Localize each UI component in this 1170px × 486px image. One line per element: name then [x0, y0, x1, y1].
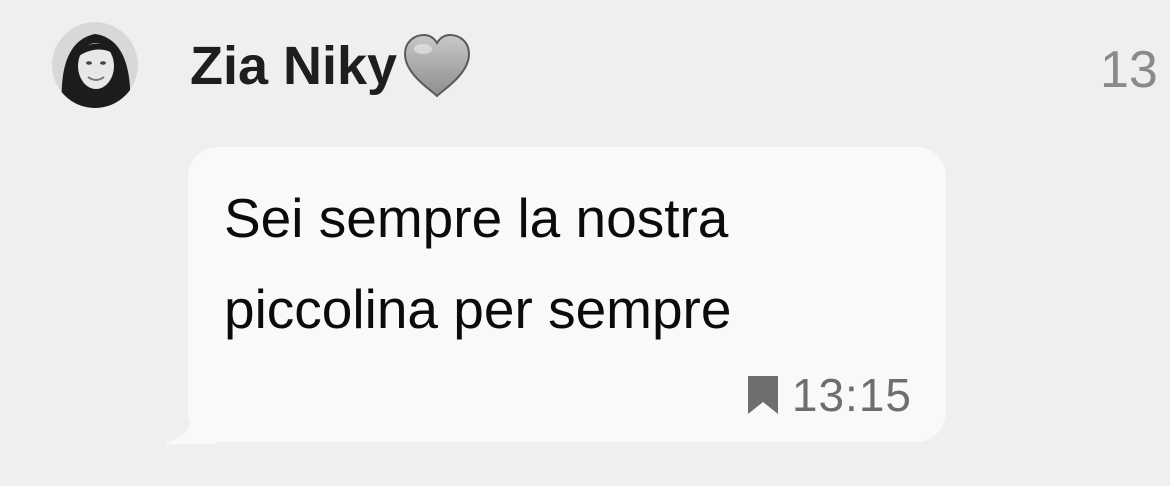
message-text[interactable]: Sei sempre la nostra piccolina per sempr…: [224, 173, 924, 355]
grey-heart-icon: [401, 32, 473, 100]
sender-row[interactable]: Zia Niky: [190, 26, 473, 106]
message-bubble[interactable]: Sei sempre la nostra piccolina per sempr…: [188, 147, 946, 442]
header-timestamp: 13: [1100, 41, 1158, 99]
message-time: 13:15: [791, 369, 912, 421]
bookmark-icon: [746, 374, 780, 416]
message-line: piccolina per sempre: [224, 278, 732, 340]
message-meta: 13:15: [746, 368, 912, 422]
sender-name[interactable]: Zia Niky: [190, 35, 397, 97]
avatar[interactable]: [52, 22, 138, 108]
message-line: Sei sempre la nostra: [224, 187, 729, 249]
avatar-photo: [52, 22, 138, 108]
